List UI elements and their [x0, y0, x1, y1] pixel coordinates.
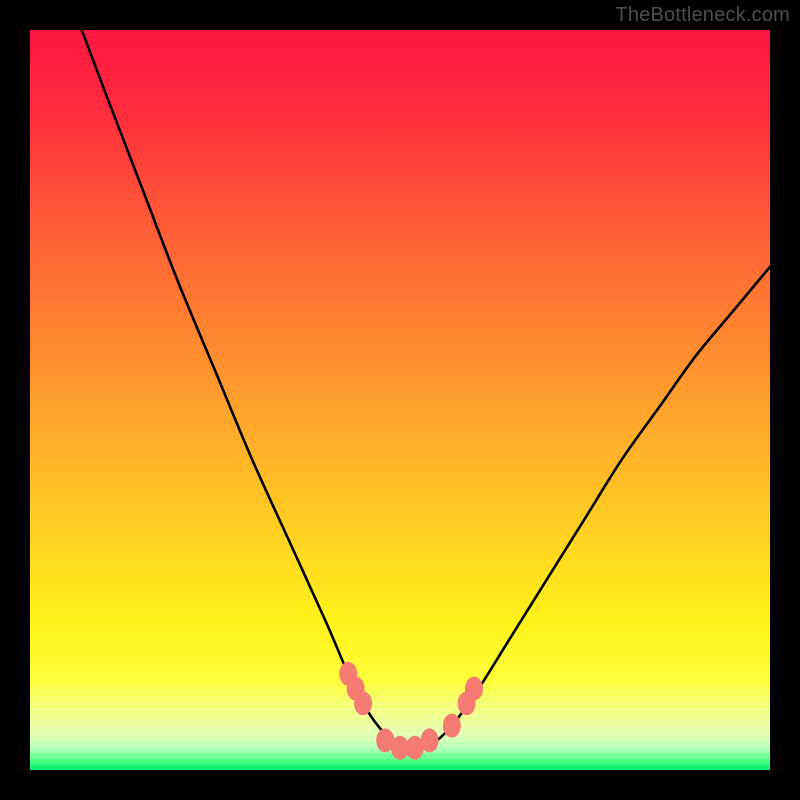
bottleneck-curve: [82, 30, 770, 749]
curve-marker: [347, 677, 365, 701]
gradient-stripes: [30, 660, 770, 770]
curve-markers: [339, 662, 483, 760]
curve-marker: [465, 677, 483, 701]
chart-frame: TheBottleneck.com: [0, 0, 800, 800]
curve-marker: [458, 691, 476, 715]
curve-marker: [354, 691, 372, 715]
curve-marker: [406, 736, 424, 760]
curve-marker: [391, 736, 409, 760]
curve-marker: [421, 728, 439, 752]
curve-marker: [443, 714, 461, 738]
curve-layer: [30, 30, 770, 770]
plot-area: [30, 30, 770, 770]
curve-marker: [339, 662, 357, 686]
curve-marker: [376, 728, 394, 752]
watermark-text: TheBottleneck.com: [615, 4, 790, 27]
